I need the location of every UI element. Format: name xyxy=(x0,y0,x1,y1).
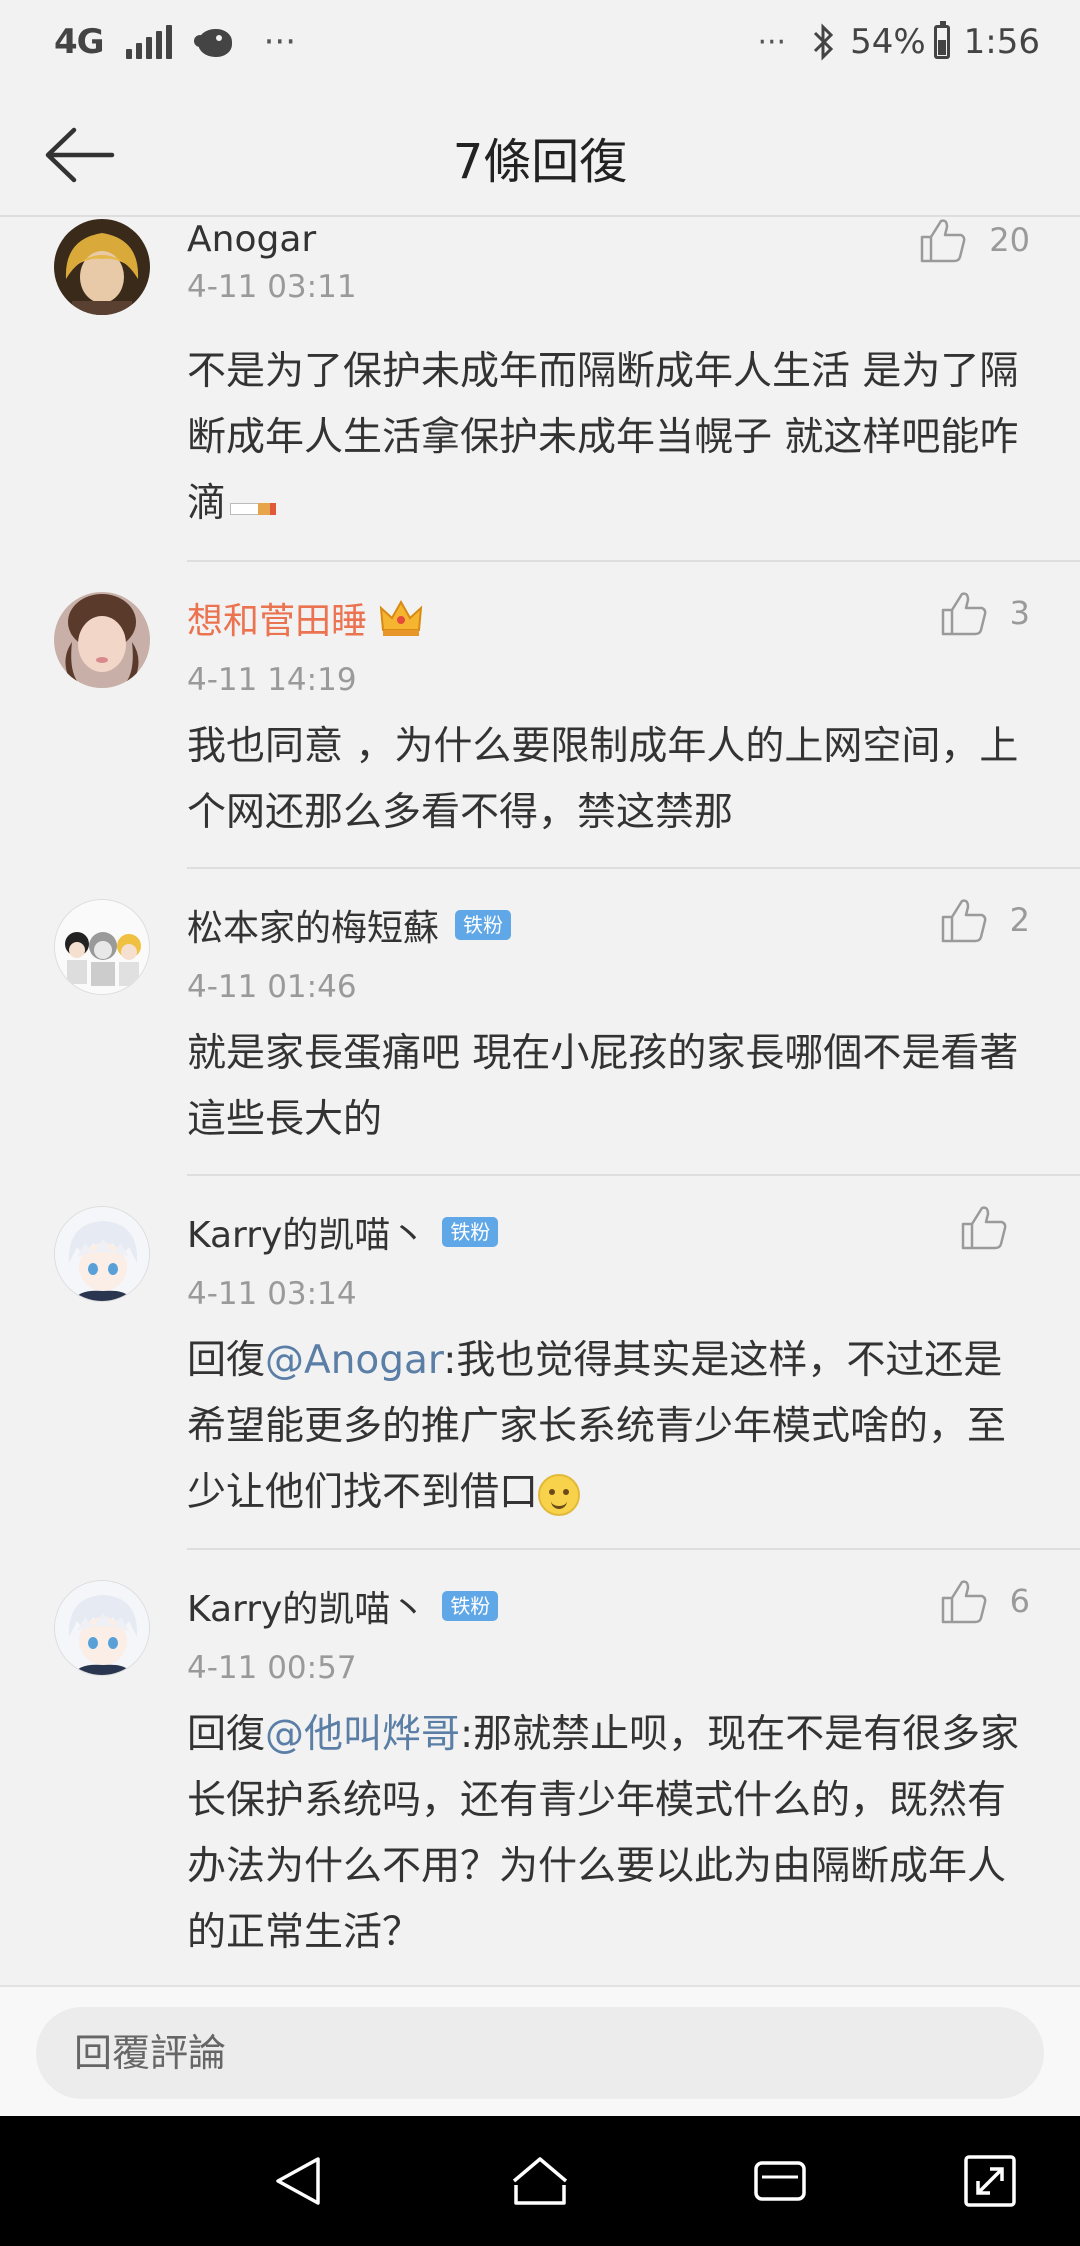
user-name[interactable]: 想和菅田睡 xyxy=(187,592,367,644)
nav-home-button[interactable] xyxy=(510,2151,570,2211)
system-nav-bar xyxy=(0,2116,1080,2246)
avatar[interactable] xyxy=(54,219,150,315)
battery-percent: 54% xyxy=(850,22,926,62)
cigarette-emoji-icon xyxy=(230,495,282,517)
fan-badge: 铁粉 xyxy=(442,1591,499,1621)
comment-time: 4-11 01:46 xyxy=(187,969,357,1005)
home-icon xyxy=(512,2157,568,2205)
nav-recent-button[interactable] xyxy=(750,2151,810,2211)
battery-icon xyxy=(933,21,950,59)
fan-badge: 铁粉 xyxy=(455,910,512,940)
comment-time: 4-11 00:57 xyxy=(187,1650,357,1686)
divider xyxy=(187,867,1080,869)
user-name[interactable]: Karry的凯喵丶 xyxy=(187,1206,426,1258)
like-count: 2 xyxy=(1009,901,1030,939)
user-name[interactable]: 松本家的梅短蘇 xyxy=(187,899,439,951)
comment-body: 不是为了保护未成年而隔断成年人生活 是为了隔断成年人生活拿保护未成年当幌子 就这… xyxy=(187,349,1019,526)
comment-text: 回復@他叫烨哥:那就禁止呗，现在不是有很多家长保护系统吗，还有青少年模式什么的，… xyxy=(187,1702,1037,1966)
like-count: 3 xyxy=(1009,594,1030,632)
smile-emoji-icon xyxy=(538,1473,581,1516)
expand-icon xyxy=(964,2155,1016,2207)
thumbs-up-icon xyxy=(921,219,966,263)
status-bar: 4G ··· ··· 54% 1:56 xyxy=(0,0,1080,92)
avatar[interactable] xyxy=(54,899,150,995)
thumbs-up-icon xyxy=(941,592,987,636)
like-count: 20 xyxy=(989,221,1030,259)
thumbs-up-icon xyxy=(941,1580,987,1624)
thumbs-up-icon xyxy=(941,899,987,943)
more-notifications-icon: ··· xyxy=(263,22,297,62)
like-count: 6 xyxy=(1009,1582,1030,1620)
avatar[interactable] xyxy=(54,1580,150,1676)
comment-time: 4-11 03:11 xyxy=(187,269,357,305)
nav-expand-button[interactable] xyxy=(960,2151,1020,2211)
signal-icon xyxy=(125,25,172,59)
comment-time: 4-11 03:14 xyxy=(187,1276,357,1312)
triangle-back-icon xyxy=(276,2157,320,2205)
divider xyxy=(187,1174,1080,1176)
reply-bar: 回覆評論 xyxy=(0,1985,1080,2116)
avatar[interactable] xyxy=(54,1206,150,1302)
network-type: 4G xyxy=(54,22,105,62)
fan-badge: 铁粉 xyxy=(442,1217,499,1247)
mention-link[interactable]: @他叫烨哥 xyxy=(265,1712,460,1757)
comment-text: 回復@Anogar:我也觉得其实是这样，不过还是希望能更多的推广家长系统青少年模… xyxy=(187,1328,1037,1526)
comment-text: 就是家長蛋痛吧 現在小屁孩的家長哪個不是看著這些長大的 xyxy=(187,1031,1019,1142)
clock: 1:56 xyxy=(963,22,1040,62)
reply-prefix: 回復 xyxy=(187,1338,266,1383)
like-button[interactable]: 2 xyxy=(940,897,1030,943)
nav-back-button[interactable] xyxy=(270,2151,330,2211)
mention-link[interactable]: @Anogar xyxy=(265,1338,443,1383)
notification-dots: ··· xyxy=(757,24,787,60)
comment-text: 不是为了保护未成年而隔断成年人生活 是为了隔断成年人生活拿保护未成年当幌子 就这… xyxy=(187,339,1037,537)
user-name[interactable]: Anogar xyxy=(187,219,316,260)
header: 7條回復 xyxy=(0,92,1080,217)
app-notification-icon xyxy=(193,25,234,59)
comment-text: 我也同意 ，为什么要限制成年人的上网空间，上个网还那么多看不得，禁这禁那 xyxy=(187,724,1019,835)
like-button[interactable]: 6 xyxy=(940,1578,1030,1624)
comment-time: 4-11 14:19 xyxy=(187,662,357,698)
recent-apps-icon xyxy=(754,2161,806,2201)
reply-prefix: 回復 xyxy=(187,1712,266,1757)
bluetooth-icon xyxy=(810,22,836,62)
like-button[interactable]: 20 xyxy=(919,217,1030,263)
like-button[interactable] xyxy=(960,1204,1030,1250)
divider xyxy=(187,1548,1080,1550)
thumbs-up-icon xyxy=(961,1206,1007,1250)
avatar[interactable] xyxy=(54,592,150,688)
divider xyxy=(187,560,1080,562)
reply-input[interactable]: 回覆評論 xyxy=(36,2007,1044,2099)
crown-icon xyxy=(379,599,423,636)
like-button[interactable]: 3 xyxy=(940,590,1030,636)
user-name[interactable]: Karry的凯喵丶 xyxy=(187,1580,426,1632)
page-title: 7條回復 xyxy=(452,134,628,190)
